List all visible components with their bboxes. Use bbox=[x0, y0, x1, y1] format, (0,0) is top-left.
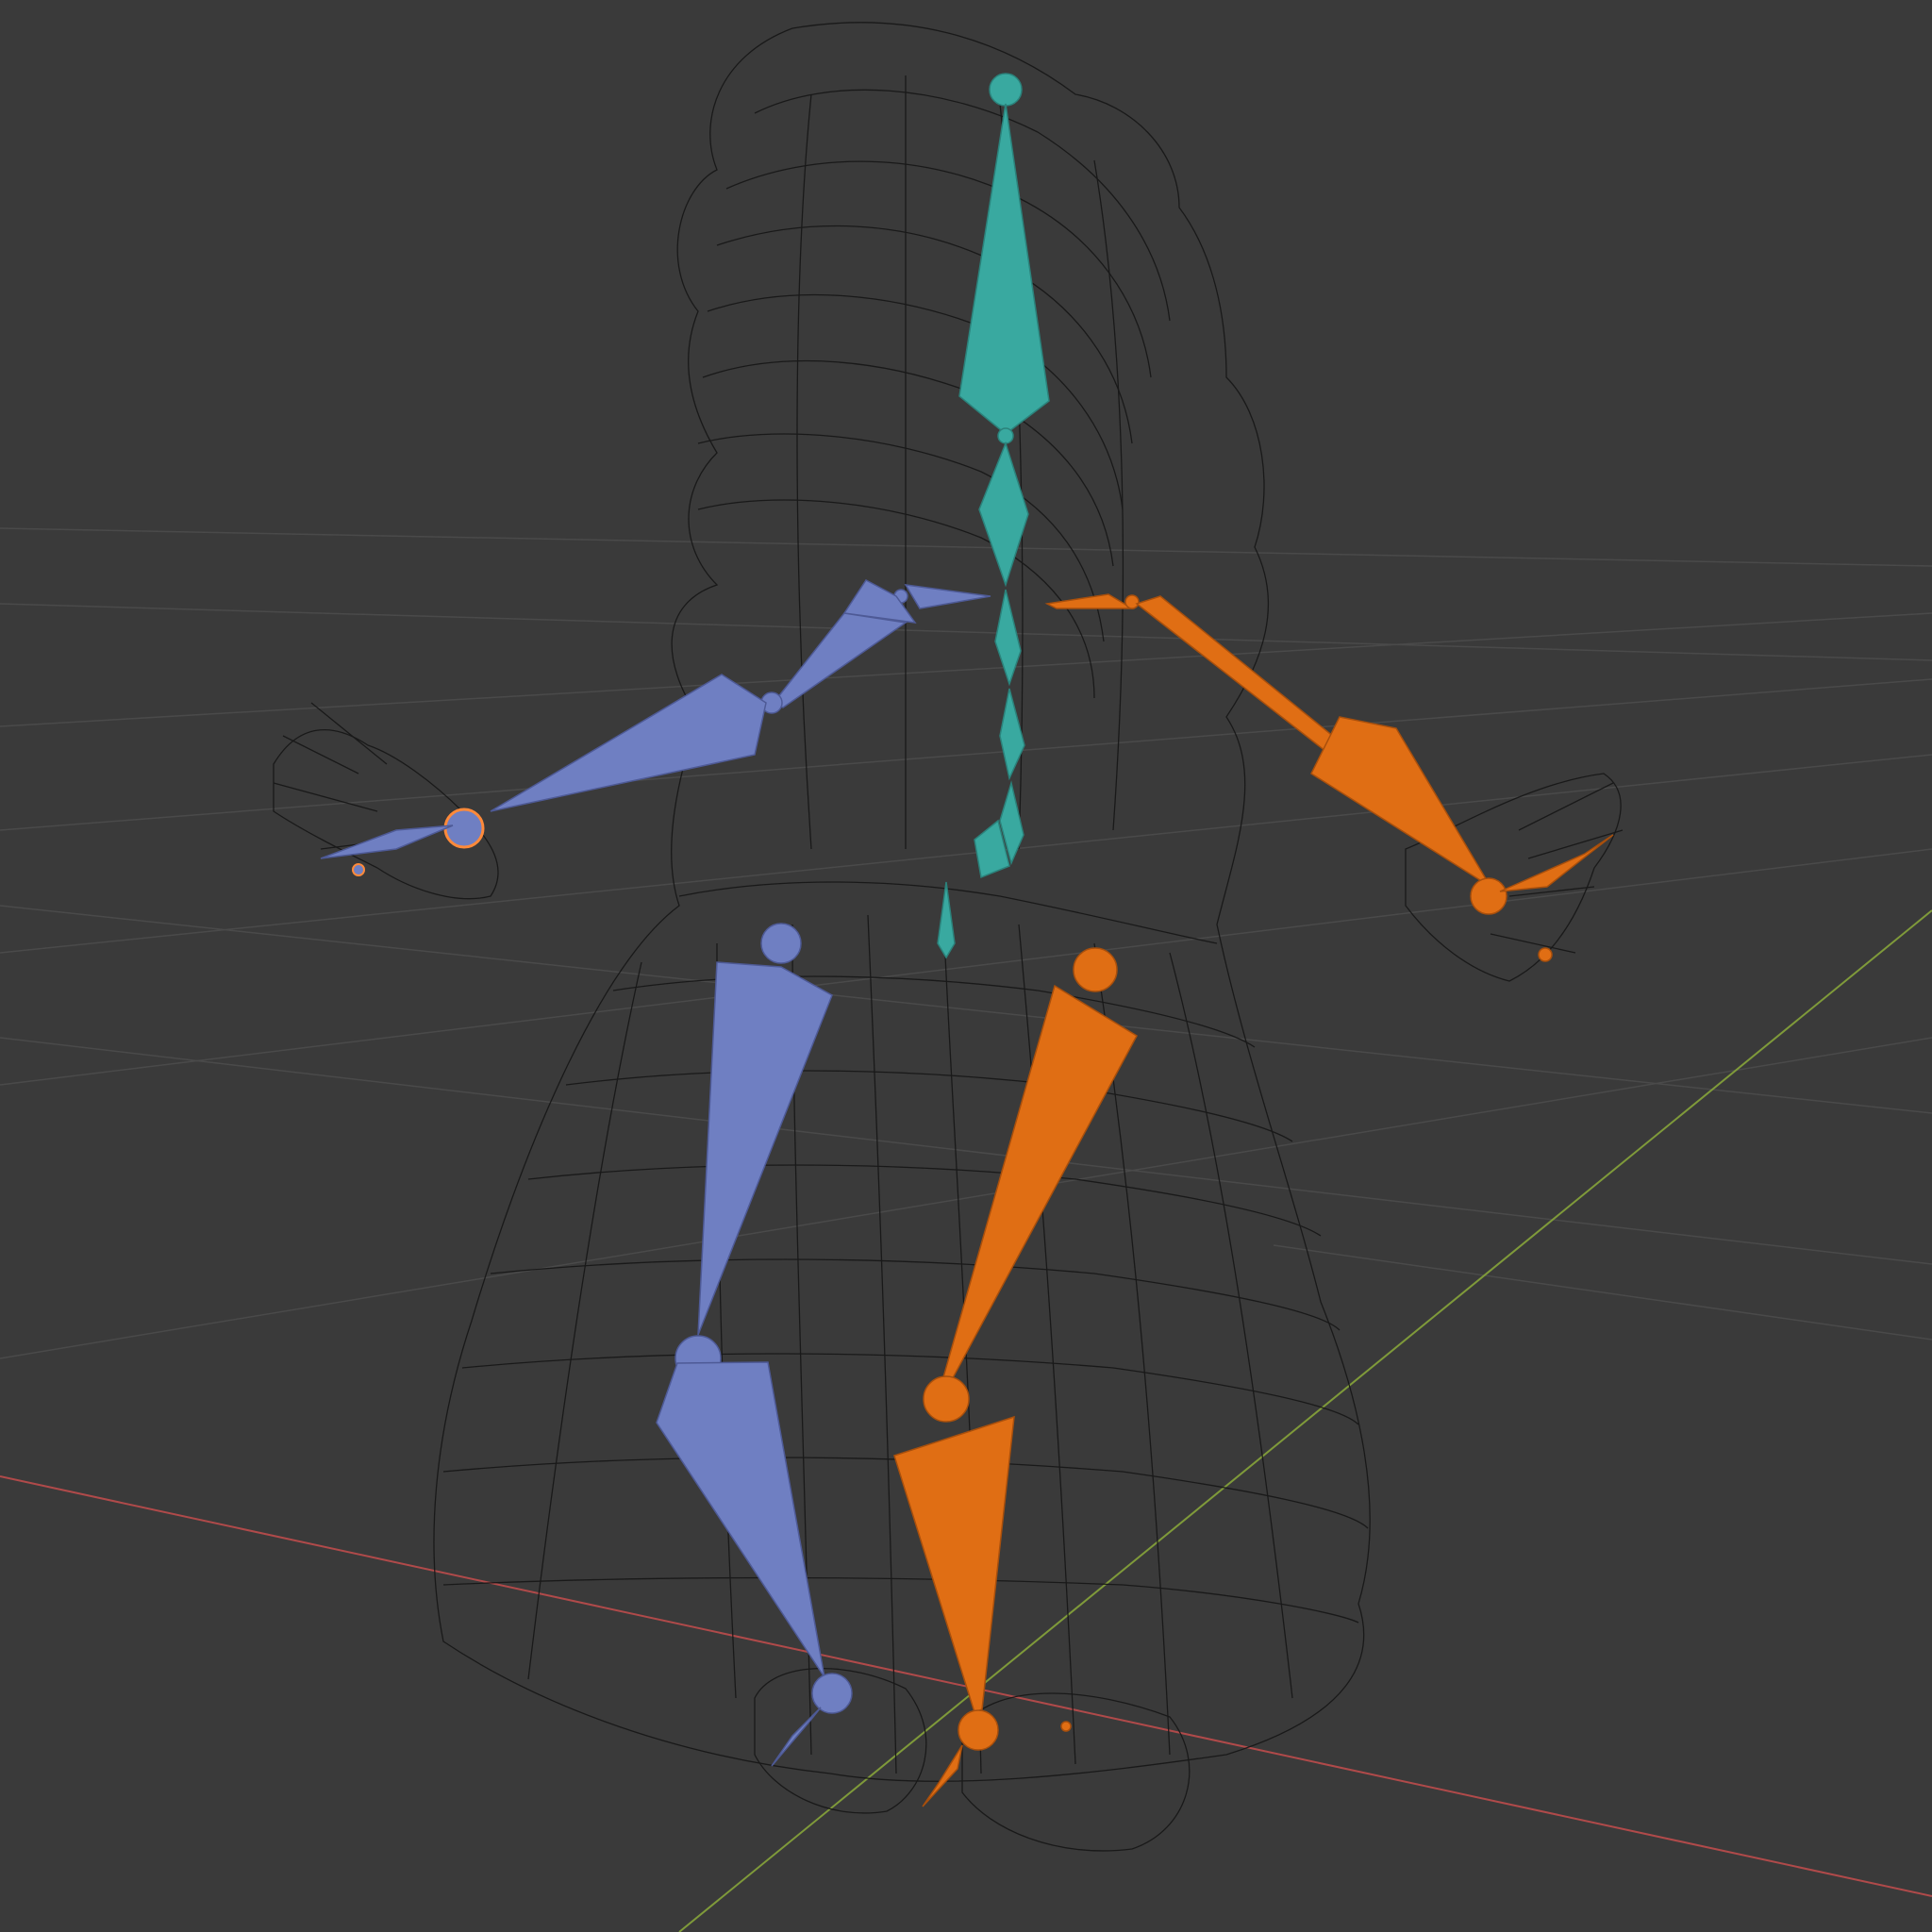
right-knee-joint[interactable] bbox=[923, 1375, 970, 1423]
left-arm-bones[interactable] bbox=[320, 579, 991, 876]
bone-right-shoulder[interactable] bbox=[1044, 593, 1135, 609]
floor-grid bbox=[0, 527, 1932, 1359]
3d-viewport[interactable] bbox=[0, 0, 1932, 1932]
viewport-canvas[interactable] bbox=[0, 0, 1932, 1932]
bone-left-shoulder[interactable] bbox=[904, 584, 991, 609]
bone-right-thigh[interactable] bbox=[942, 984, 1138, 1389]
left-wrist-joint[interactable] bbox=[443, 808, 485, 849]
spine-bones[interactable] bbox=[937, 73, 1050, 959]
right-shoulder-joint[interactable] bbox=[1124, 594, 1140, 609]
bone-left-foot[interactable] bbox=[771, 1707, 822, 1767]
bone-left-hand[interactable] bbox=[320, 824, 454, 859]
bone-left-thigh[interactable] bbox=[697, 961, 833, 1336]
bone-right-shin[interactable] bbox=[893, 1415, 1015, 1713]
head-tail-joint[interactable] bbox=[989, 73, 1023, 107]
right-arm-bones[interactable] bbox=[1044, 593, 1614, 962]
bone-left-shin[interactable] bbox=[656, 1361, 825, 1678]
left-ankle-joint[interactable] bbox=[811, 1673, 853, 1714]
bone-chest[interactable] bbox=[994, 589, 1022, 687]
bone-right-forearm[interactable] bbox=[1310, 716, 1491, 888]
right-toe-joint[interactable] bbox=[1060, 1721, 1072, 1732]
bone-right-hand[interactable] bbox=[1499, 834, 1614, 892]
left-hip-joint[interactable] bbox=[760, 923, 802, 964]
bone-head[interactable] bbox=[958, 103, 1050, 435]
right-wrist-joint[interactable] bbox=[1470, 877, 1507, 915]
right-hip-joint[interactable] bbox=[1073, 947, 1118, 992]
bone-right-upper-arm[interactable] bbox=[1135, 595, 1346, 756]
bone-right-foot[interactable] bbox=[922, 1744, 963, 1807]
neck-joint[interactable] bbox=[997, 427, 1014, 444]
right-finger-tip[interactable] bbox=[1538, 947, 1553, 962]
bone-pelvis[interactable] bbox=[937, 881, 956, 959]
left-finger-tip[interactable] bbox=[352, 863, 365, 876]
right-ankle-joint[interactable] bbox=[958, 1709, 999, 1751]
